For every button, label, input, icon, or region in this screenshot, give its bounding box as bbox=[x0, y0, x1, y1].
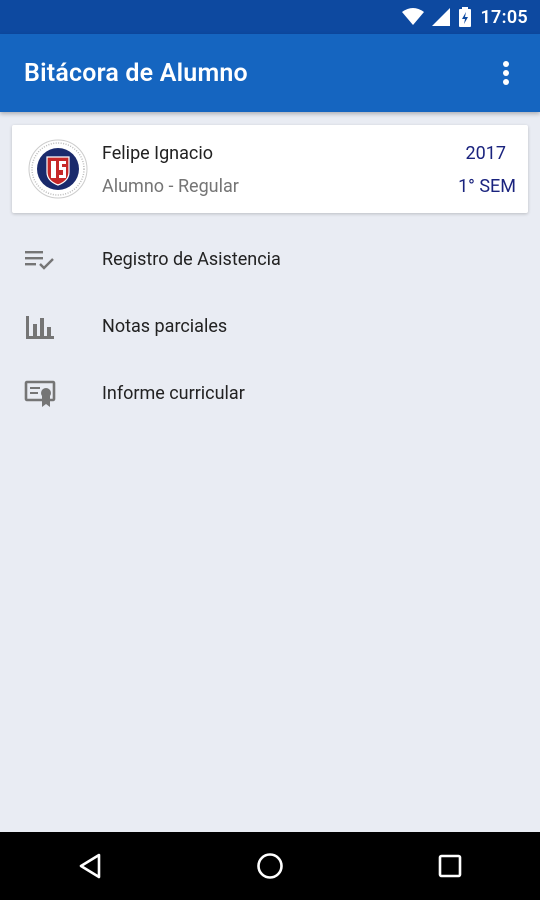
menu-item-registro-asistencia[interactable]: Registro de Asistencia bbox=[0, 226, 540, 293]
battery-charging-icon bbox=[459, 7, 472, 27]
navigation-bar bbox=[0, 832, 540, 900]
back-icon bbox=[79, 853, 101, 879]
recents-icon bbox=[438, 854, 462, 878]
student-name: Felipe Ignacio bbox=[102, 143, 213, 164]
cell-signal-icon bbox=[432, 8, 451, 26]
home-icon bbox=[257, 853, 283, 879]
menu-list: Registro de Asistencia Notas parciales I… bbox=[0, 226, 540, 427]
more-vert-icon bbox=[503, 61, 509, 85]
academic-semester: 1° SEM bbox=[458, 176, 516, 197]
more-options-button[interactable] bbox=[486, 53, 526, 93]
back-button[interactable] bbox=[60, 836, 120, 896]
bar-chart-icon bbox=[24, 311, 56, 343]
menu-item-label: Informe curricular bbox=[102, 383, 245, 404]
menu-item-informe-curricular[interactable]: Informe curricular bbox=[0, 360, 540, 427]
status-bar: 17:05 bbox=[0, 0, 540, 34]
home-button[interactable] bbox=[240, 836, 300, 896]
status-time: 17:05 bbox=[480, 6, 528, 28]
student-role: Alumno - Regular bbox=[102, 176, 239, 197]
menu-item-notas-parciales[interactable]: Notas parciales bbox=[0, 293, 540, 360]
app-bar: Bitácora de Alumno bbox=[0, 34, 540, 112]
app-title: Bitácora de Alumno bbox=[24, 58, 248, 88]
menu-item-label: Notas parciales bbox=[102, 316, 228, 337]
student-card[interactable]: Felipe Ignacio Alumno - Regular 2017 1° … bbox=[12, 125, 528, 213]
recents-button[interactable] bbox=[420, 836, 480, 896]
certificate-icon bbox=[24, 378, 56, 410]
checklist-icon bbox=[24, 244, 56, 276]
wifi-icon bbox=[402, 8, 425, 25]
university-logo-icon bbox=[28, 139, 88, 199]
menu-item-label: Registro de Asistencia bbox=[102, 249, 281, 270]
academic-year: 2017 bbox=[465, 143, 506, 164]
